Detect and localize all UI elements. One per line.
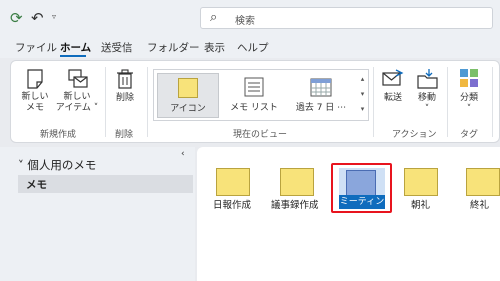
- new-item-button[interactable]: 新しい アイテム ˅: [55, 67, 99, 117]
- forward-mail-icon: [382, 69, 404, 86]
- group-label-current-view: 現在のビュー: [233, 130, 288, 140]
- tab-send-receive[interactable]: 送受信: [101, 40, 133, 55]
- categorize-button[interactable]: 分類 ˅: [453, 67, 485, 117]
- ribbon: 新しい メモ 新しい アイテム ˅ 削除 アイコン メモ リスト 過去 7 日 …: [10, 60, 500, 143]
- folder-item-notes[interactable]: メモ: [18, 175, 193, 193]
- tab-help[interactable]: ヘルプ: [237, 40, 269, 55]
- move-label: 移動 ˅: [417, 93, 436, 114]
- customize-chevron-icon[interactable]: ▿: [52, 12, 56, 21]
- note-icon: [27, 69, 43, 89]
- tab-file[interactable]: ファイル: [15, 40, 57, 55]
- search-box[interactable]: ⌕ 検索: [200, 7, 493, 29]
- forward-label: 転送: [383, 93, 402, 103]
- trash-icon: [117, 69, 133, 89]
- sticky-note-icon: [178, 78, 198, 98]
- group-label-new: 新規作成: [40, 130, 77, 140]
- tab-view[interactable]: 表示: [204, 40, 225, 55]
- note-icon[interactable]: [280, 168, 314, 196]
- gallery-scroll[interactable]: ▴ ▾ ▾: [357, 72, 368, 118]
- delete-label: 削除: [115, 93, 134, 103]
- group-separator: [447, 67, 448, 137]
- forward-button[interactable]: 転送: [377, 67, 409, 107]
- new-item-label: 新しい アイテム ˅: [55, 92, 99, 113]
- new-note-label: 新しい メモ: [21, 92, 49, 113]
- highlight-box: [331, 163, 392, 213]
- folder-group-header[interactable]: ˅ 個人用のメモ: [18, 157, 96, 173]
- group-separator: [492, 67, 493, 137]
- undo-icon[interactable]: ↶: [31, 9, 44, 27]
- view-gallery: アイコン メモ リスト 過去 7 日 ⋯ ▴ ▾ ▾: [153, 69, 369, 121]
- move-button[interactable]: 移動 ˅: [411, 67, 443, 117]
- new-items-icon: [68, 69, 88, 88]
- title-bar: ⟳ ↶ ▿ ⌕ 検索: [0, 0, 500, 36]
- note-label[interactable]: 日報作成: [213, 197, 251, 211]
- note-icon[interactable]: [466, 168, 500, 196]
- view-last7days-label: 過去 7 日 ⋯: [295, 103, 347, 113]
- categorize-label: 分類 ˅: [459, 93, 478, 114]
- group-label-actions: アクション: [392, 130, 437, 140]
- view-list-option[interactable]: メモ リスト: [224, 73, 284, 118]
- search-icon: ⌕: [210, 10, 218, 25]
- search-placeholder: 検索: [235, 16, 255, 27]
- note-label[interactable]: 終礼: [470, 197, 489, 211]
- categorize-icon: [460, 69, 478, 87]
- folder-item-label: メモ: [26, 179, 47, 191]
- view-icon-option[interactable]: アイコン: [157, 73, 219, 118]
- note-icon[interactable]: [404, 168, 438, 196]
- group-label-tags: タグ: [460, 130, 479, 140]
- list-view-icon: [244, 77, 264, 97]
- folder-group-title: 個人用のメモ: [27, 158, 97, 172]
- new-note-button[interactable]: 新しい メモ: [17, 67, 53, 117]
- tab-folder[interactable]: フォルダー: [147, 40, 200, 55]
- note-label[interactable]: 議事録作成: [271, 197, 319, 211]
- chevron-down-icon: ˅: [18, 158, 28, 172]
- group-label-delete: 削除: [115, 130, 134, 140]
- delete-button[interactable]: 削除: [109, 67, 141, 107]
- note-icon[interactable]: [216, 168, 250, 196]
- group-separator: [105, 67, 106, 137]
- group-separator: [147, 67, 148, 137]
- calendar-icon: [310, 78, 332, 97]
- tab-home[interactable]: ホーム: [60, 40, 91, 55]
- move-folder-icon: [417, 69, 438, 89]
- active-tab-indicator: [60, 55, 86, 57]
- view-list-label: メモ リスト: [230, 103, 278, 113]
- view-last7days-option[interactable]: 過去 7 日 ⋯: [288, 73, 354, 118]
- collapse-pane-icon[interactable]: ‹: [181, 149, 185, 159]
- sync-icon[interactable]: ⟳: [10, 9, 23, 27]
- view-icon-label: アイコン: [170, 104, 206, 114]
- note-label[interactable]: 朝礼: [411, 197, 430, 211]
- group-separator: [373, 67, 374, 137]
